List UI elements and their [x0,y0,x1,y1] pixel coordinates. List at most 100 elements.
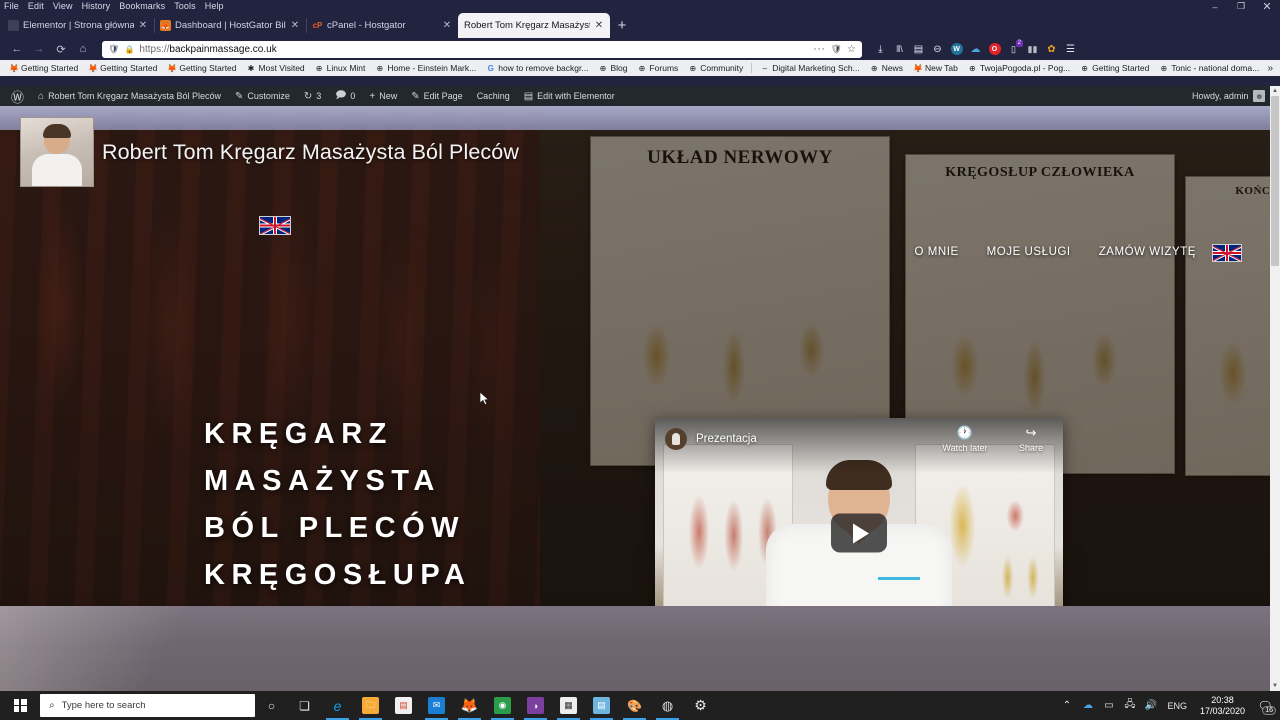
taskbar-app-edge[interactable]: e [321,691,354,720]
tracking-protection-icon[interactable]: 🛡 [831,44,842,55]
tab-close-icon[interactable]: ✕ [290,20,300,31]
menu-tools[interactable]: Tools [174,0,196,13]
admin-bar-edit-page[interactable]: ✎Edit Page [404,86,469,106]
admin-bar-updates[interactable]: ↻3 [297,86,328,106]
taskbar-app-file-explorer[interactable]: 🗀 [354,691,387,720]
minimize-button[interactable]: – [1202,0,1228,13]
notification-center-button[interactable]: 🗨16 [1252,691,1278,720]
menu-view[interactable]: View [53,0,73,13]
task-view-button[interactable]: ❏ [288,691,321,720]
tray-chevron-icon[interactable]: ⌃ [1056,691,1077,720]
taskbar-app-chrome[interactable]: ◉ [486,691,519,720]
bookmark-item[interactable]: Ghow to remove backgr... [481,63,593,73]
bookmark-item[interactable]: ⊕Getting Started [1075,63,1154,73]
bookmark-item[interactable]: ⊕News [865,63,908,73]
tab-close-icon[interactable]: ✕ [138,20,148,31]
scrollbar-thumb[interactable] [1271,96,1279,266]
menu-icon[interactable]: ☰ [1061,39,1080,59]
menu-history[interactable]: History [82,0,111,13]
bookmark-item[interactable]: ⊕TwojaPogoda.pl - Pog... [963,63,1075,73]
bookmark-item[interactable]: 🦊New Tab [908,63,963,73]
close-window-button[interactable]: ✕ [1254,0,1280,13]
account-icon[interactable]: ⊖ [928,39,947,59]
maximize-button[interactable]: ❐ [1228,0,1254,13]
bookmark-item[interactable]: ⊕Blog [593,63,632,73]
admin-bar-comments[interactable]: 🗩0 [328,86,362,106]
reload-button[interactable]: ⟳ [50,39,72,59]
taskbar-app-paint[interactable]: 🎨 [618,691,651,720]
taskbar-app-firefox[interactable]: 🦊 [453,691,486,720]
scroll-down-icon[interactable]: ▼ [1270,681,1280,691]
bookmark-item[interactable]: ⊕Home - Einstein Mark... [370,63,481,73]
bookmark-item[interactable]: ⊕Forums [632,63,683,73]
admin-bar-caching[interactable]: Caching [470,86,517,106]
bookmark-item[interactable]: ⊕Community [683,63,748,73]
page-scrollbar[interactable]: ▲ ▼ [1270,86,1280,691]
play-button[interactable] [831,514,887,553]
bookmark-item[interactable]: ✱Most Visited [242,63,310,73]
browser-tab[interactable]: cP cPanel - Hostgator ✕ [306,13,458,38]
wordpress-logo-icon[interactable]: Ⓦ [4,86,31,106]
taskbar-app-tor-browser[interactable]: ◑ [519,691,552,720]
menu-help[interactable]: Help [205,0,224,13]
bookmark-item[interactable]: 🦊Getting Started [162,63,241,73]
menu-bookmarks[interactable]: Bookmarks [119,0,165,13]
new-tab-button[interactable]: + [610,13,634,38]
scroll-up-icon[interactable]: ▲ [1270,86,1280,96]
channel-avatar-icon[interactable] [665,428,687,450]
youtube-video-embed[interactable]: Prezentacja 🕐 Watch later ↪ Share [655,418,1063,606]
browser-tab[interactable]: 🦊 Dashboard | HostGator Billing/ ✕ [154,13,306,38]
nav-item-zamow-wizyte[interactable]: ZAMÓW WIZYTĘ [1099,246,1196,258]
language-switcher-flag-icon[interactable] [1212,244,1242,262]
downloads-icon[interactable]: ⤓ [871,39,890,59]
watch-later-button[interactable]: 🕐 Watch later [939,426,991,453]
language-indicator[interactable]: ENG [1161,701,1193,711]
tab-close-icon[interactable]: ✕ [594,20,604,31]
menu-edit[interactable]: Edit [28,0,44,13]
start-button[interactable] [0,691,40,720]
forward-button[interactable]: → [28,39,50,59]
nav-item-moje-uslugi[interactable]: MOJE USŁUGI [987,246,1071,258]
admin-bar-site-name[interactable]: ⌂Robert Tom Kręgarz Masażysta Ból Pleców [31,86,228,106]
cloud-extension-icon[interactable]: ☁ [966,39,985,59]
wordpress-extension-icon[interactable]: W [947,39,966,59]
taskbar-app-microsoft-store[interactable]: ▤ [387,691,420,720]
video-title[interactable]: Prezentacja [696,433,757,445]
bookmark-star-icon[interactable]: ☆ [847,44,856,55]
password-extension-icon[interactable]: ▯2 [1004,39,1023,59]
union-jack-flag-icon[interactable] [259,216,291,235]
address-bar[interactable]: 🛡 🔒 https://backpainmassage.co.uk ··· 🛡 … [102,41,862,58]
lock-icon[interactable]: 🔒 [124,45,134,54]
puzzle-extension-icon[interactable]: ✿ [1042,39,1061,59]
admin-bar-new[interactable]: +New [362,86,404,106]
browser-tab[interactable]: Elementor | Strona główna ✕ [2,13,154,38]
onedrive-icon[interactable]: ☁ [1077,691,1098,720]
bookmark-item[interactable]: ⊕Linux Mint [310,63,371,73]
share-button[interactable]: ↪ Share [1005,426,1057,453]
taskbar-app-settings[interactable]: ⚙ [684,691,717,720]
taskbar-app-calculator[interactable]: ▦ [552,691,585,720]
bookmarks-overflow-icon[interactable]: » [1267,63,1276,74]
shield-icon[interactable]: 🛡 [108,44,119,55]
avatar[interactable]: ☻ [1253,90,1265,102]
library-icon[interactable]: ⦀\ [890,39,909,59]
bookmark-item[interactable]: 🦊Getting Started [4,63,83,73]
sidebar-icon[interactable]: ▤ [909,39,928,59]
opera-extension-icon[interactable]: O [985,39,1004,59]
site-logo-avatar[interactable] [20,117,94,187]
taskbar-app-obs-studio[interactable]: ◍ [651,691,684,720]
admin-bar-account[interactable]: Howdy, admin ☻ ⌕ [1192,90,1280,102]
taskbar-search-input[interactable]: ⌕ Type here to search [40,694,255,717]
taskbar-clock[interactable]: 20:38 17/03/2020 [1193,695,1252,717]
tab-close-icon[interactable]: ✕ [442,20,452,31]
back-button[interactable]: ← [6,39,28,59]
admin-bar-customize[interactable]: ✎Customize [228,86,297,106]
color-picker-icon[interactable]: ▮▮ [1023,39,1042,59]
taskbar-app-sticky-notes[interactable]: ▤ [585,691,618,720]
page-actions-icon[interactable]: ··· [813,43,826,55]
network-icon[interactable]: 🖧 [1119,691,1140,720]
site-title[interactable]: Robert Tom Kręgarz Masażysta Ból Pleców [102,140,519,165]
volume-icon[interactable]: 🔊 [1140,691,1161,720]
admin-bar-edit-with-elementor[interactable]: ▤Edit with Elementor [517,86,622,106]
bookmark-item[interactable]: –Digital Marketing Sch... [755,63,864,73]
